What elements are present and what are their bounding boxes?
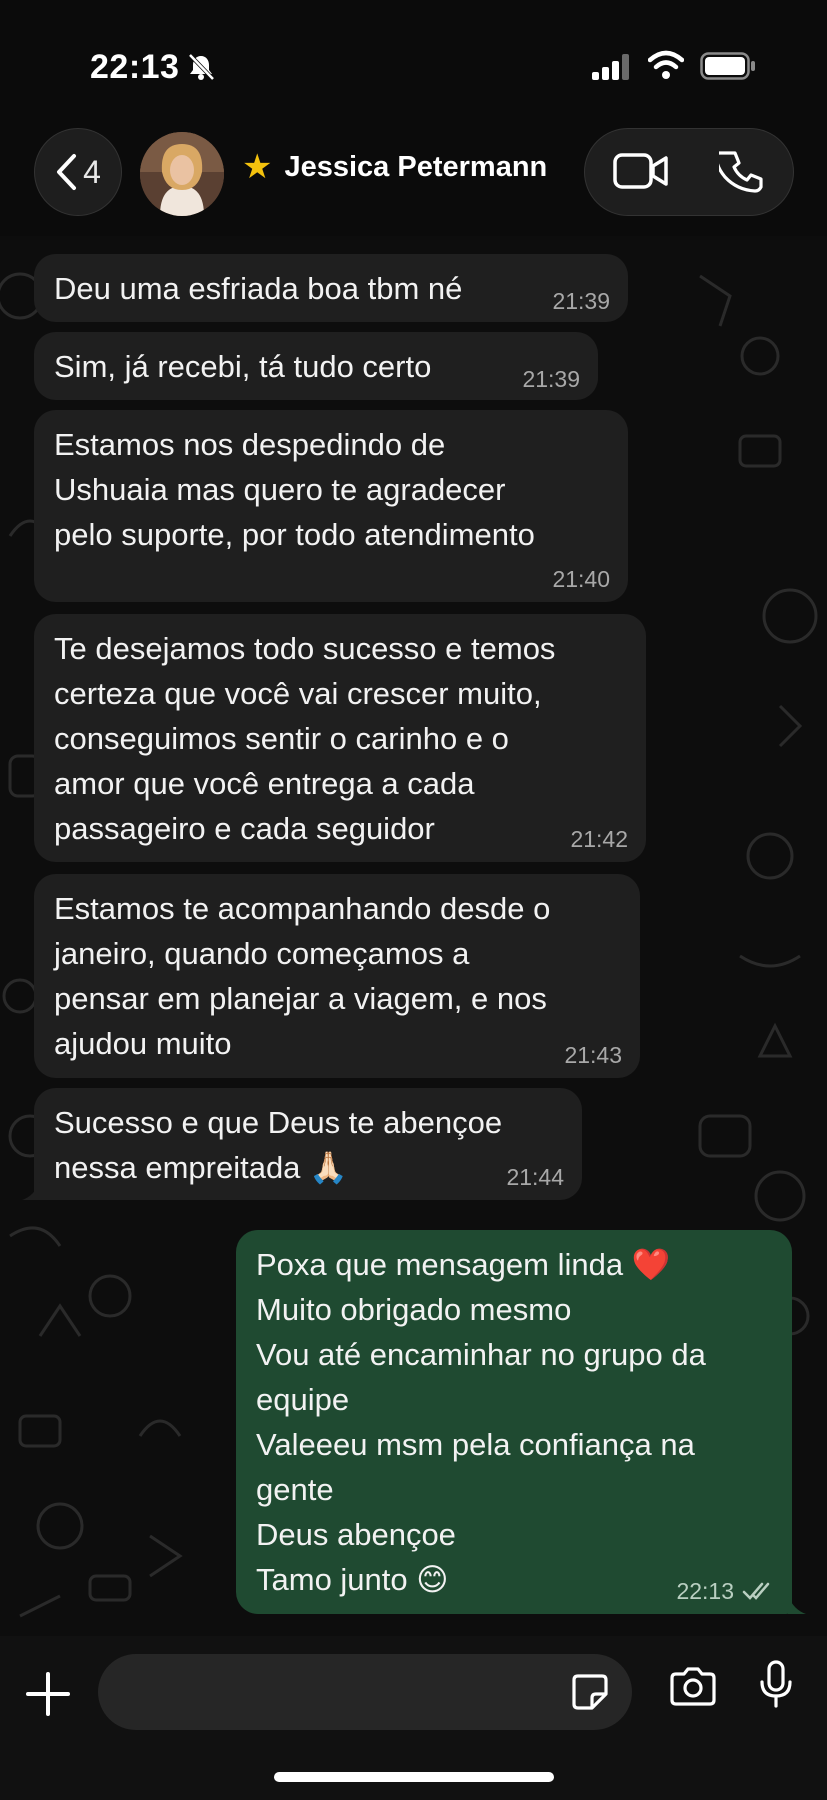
message-text: Poxa que mensagem linda ❤️ Muito obrigad… xyxy=(256,1247,706,1597)
message-text: Estamos te acompanhando desde o janeiro,… xyxy=(54,891,551,1061)
back-button[interactable]: 4 xyxy=(34,128,122,216)
message-text: Estamos nos despedindo de Ushuaia mas qu… xyxy=(54,427,535,552)
message-time: 21:44 xyxy=(506,1164,564,1190)
message-text: Sucesso e que Deus te abençoe nessa empr… xyxy=(54,1105,503,1185)
avatar[interactable] xyxy=(140,132,224,216)
message-time: 21:43 xyxy=(564,1042,622,1068)
signal-icon xyxy=(592,54,629,80)
bell-slash-icon xyxy=(188,53,215,81)
message-time: 22:13 xyxy=(676,1578,734,1604)
message-time: 21:42 xyxy=(570,826,628,852)
wifi-icon xyxy=(648,50,684,79)
call-actions xyxy=(584,128,794,216)
message-bubble-incoming[interactable]: Te desejamos todo sucesso e temos certez… xyxy=(34,614,646,862)
message-text: Te desejamos todo sucesso e temos certez… xyxy=(54,631,556,846)
chat-header: 4 ★ Jessica Petermann xyxy=(0,120,827,236)
home-indicator[interactable] xyxy=(274,1772,554,1782)
bubble-tail xyxy=(22,1182,40,1200)
camera-icon[interactable] xyxy=(668,1666,718,1708)
contact-name: Jessica Petermann xyxy=(284,150,548,183)
video-call-icon[interactable] xyxy=(613,151,669,191)
message-time: 21:39 xyxy=(522,366,580,392)
message-bubble-incoming[interactable]: Estamos nos despedindo de Ushuaia mas qu… xyxy=(34,410,628,602)
message-bubble-outgoing[interactable]: Poxa que mensagem linda ❤️ Muito obrigad… xyxy=(236,1230,792,1614)
contact-info[interactable]: ★ Jessica Petermann xyxy=(242,150,547,184)
microphone-icon[interactable] xyxy=(758,1660,794,1710)
message-text: Sim, já recebi, tá tudo certo xyxy=(54,349,432,384)
bubble-tail xyxy=(788,1596,806,1614)
message-input[interactable] xyxy=(122,1668,546,1718)
message-time: 21:40 xyxy=(552,566,610,592)
plus-icon[interactable] xyxy=(24,1670,72,1718)
battery-icon xyxy=(700,52,755,80)
message-bubble-incoming[interactable]: Estamos te acompanhando desde o janeiro,… xyxy=(34,874,640,1078)
message-text: Deu uma esfriada boa tbm né xyxy=(54,271,463,306)
message-input-container[interactable] xyxy=(98,1654,632,1730)
status-time: 22:13 xyxy=(90,48,180,86)
unread-count: 4 xyxy=(83,153,101,190)
chevron-left-icon xyxy=(57,154,77,190)
message-time: 21:39 xyxy=(552,288,610,314)
status-bar: 22:13 xyxy=(0,0,827,120)
message-bubble-incoming[interactable]: Sim, já recebi, tá tudo certo 21:39 xyxy=(34,332,598,400)
message-bubble-incoming[interactable]: Deu uma esfriada boa tbm né 21:39 xyxy=(34,254,628,322)
double-check-icon xyxy=(742,1582,770,1600)
message-bubble-incoming[interactable]: Sucesso e que Deus te abençoe nessa empr… xyxy=(34,1088,582,1200)
star-icon: ★ xyxy=(242,148,273,186)
sticker-icon[interactable] xyxy=(570,1672,610,1712)
phone-icon[interactable] xyxy=(719,149,765,195)
